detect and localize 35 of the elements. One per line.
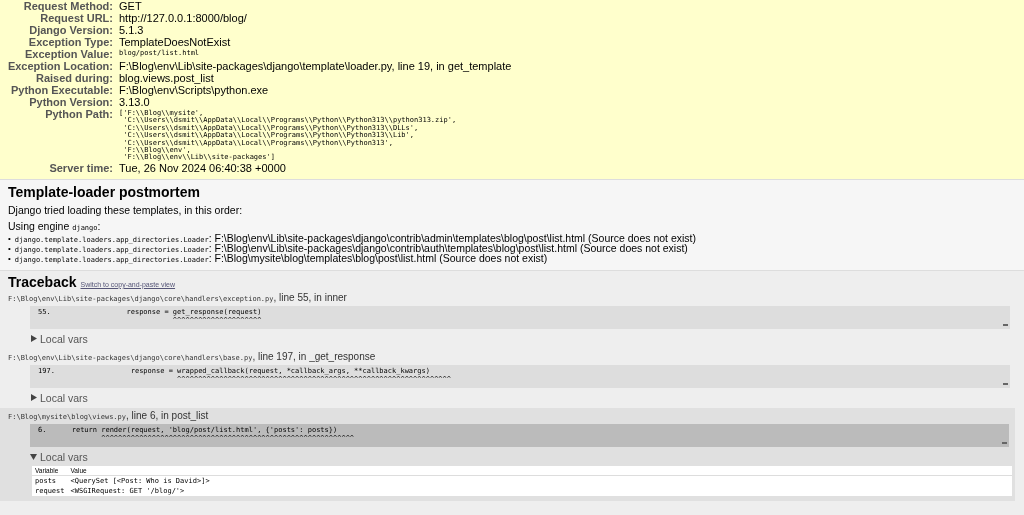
section-title: Template-loader postmortem bbox=[8, 183, 201, 200]
triangle-right-icon bbox=[30, 394, 37, 402]
local-vars-toggle[interactable]: Local vars bbox=[30, 332, 1016, 345]
triangle-right-icon bbox=[30, 335, 37, 343]
summary-value: 5.1.3 bbox=[119, 24, 144, 36]
summary-label: Request URL: bbox=[39, 12, 114, 24]
summary-value: Tue, 26 Nov 2024 06:40:38 +0000 bbox=[119, 161, 286, 174]
summary-label: Exception Value: bbox=[23, 48, 114, 60]
dash-icon[interactable] bbox=[1003, 382, 1008, 385]
bullet: • bbox=[8, 243, 11, 254]
local-vars-toggle[interactable]: Local vars bbox=[30, 450, 1015, 463]
summary-value: blog.views.post_list bbox=[119, 72, 214, 84]
summary-label: Django Version: bbox=[28, 24, 114, 36]
bullet: • bbox=[8, 253, 11, 264]
intro-text: Django tried loading these templates, in this order: bbox=[8, 203, 244, 216]
summary-value: 3.13.0 bbox=[119, 96, 150, 108]
summary-label: Server time: bbox=[48, 161, 114, 174]
summary-label: Python Version: bbox=[28, 96, 114, 108]
summary-label: Exception Type: bbox=[27, 36, 114, 48]
summary-value: http://127.0.0.1:8000/blog/ bbox=[119, 12, 247, 24]
summary-value: F:\Blog\env\Lib\site-packages\django\template\loader.py, line 19, in get_template bbox=[119, 60, 512, 72]
section-title: Traceback bbox=[8, 273, 77, 290]
summary-label: Python Path: bbox=[44, 108, 114, 120]
summary-label: Python Executable: bbox=[9, 84, 114, 96]
summary-value: TemplateDoesNotExist bbox=[119, 36, 231, 48]
triangle-down-icon bbox=[30, 453, 37, 461]
summary-label: Raised during: bbox=[35, 72, 114, 84]
summary-label: Request Method: bbox=[22, 0, 114, 12]
summary-value: F:\Blog\env\Scripts\python.exe bbox=[119, 84, 269, 96]
dash-icon[interactable] bbox=[1003, 323, 1008, 326]
summary-label: Exception Location: bbox=[6, 60, 114, 72]
dash-icon[interactable] bbox=[1002, 441, 1007, 444]
summary-value: GET bbox=[119, 0, 142, 12]
bullet: • bbox=[8, 233, 11, 244]
local-vars-toggle[interactable]: Local vars bbox=[30, 391, 1016, 404]
